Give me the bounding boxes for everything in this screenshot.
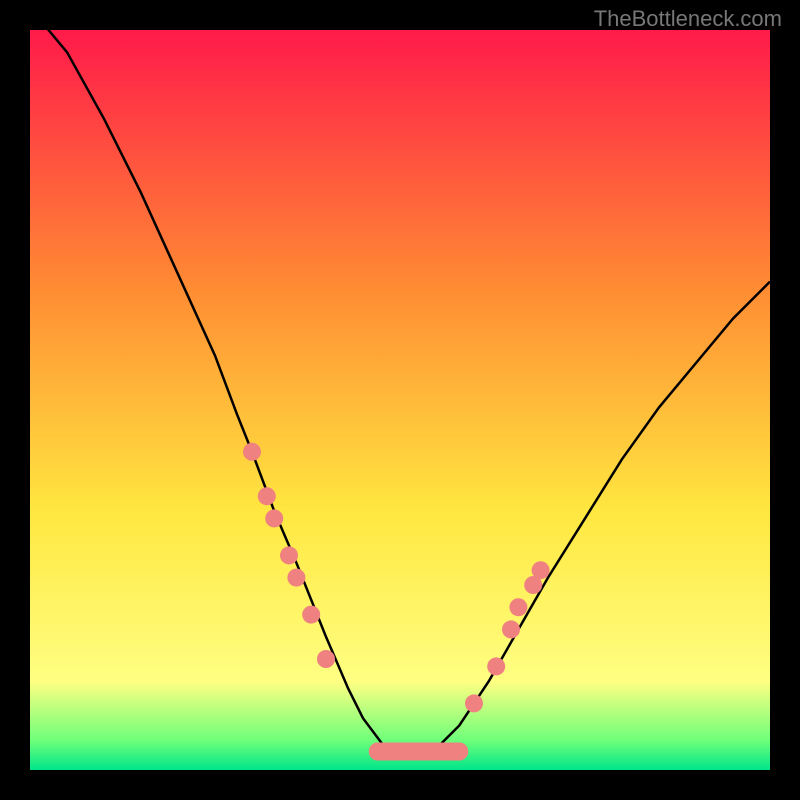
data-marker xyxy=(265,509,283,527)
data-marker xyxy=(465,694,483,712)
data-marker xyxy=(243,443,261,461)
data-marker xyxy=(280,546,298,564)
chart-background xyxy=(30,30,770,770)
data-marker xyxy=(258,487,276,505)
data-marker xyxy=(532,561,550,579)
watermark-text: TheBottleneck.com xyxy=(594,6,782,32)
data-marker xyxy=(287,569,305,587)
data-marker xyxy=(317,650,335,668)
data-marker xyxy=(487,657,505,675)
data-marker xyxy=(509,598,527,616)
data-marker xyxy=(302,606,320,624)
data-marker xyxy=(502,620,520,638)
bottleneck-chart xyxy=(30,30,770,770)
flat-minimum-band xyxy=(369,743,468,761)
